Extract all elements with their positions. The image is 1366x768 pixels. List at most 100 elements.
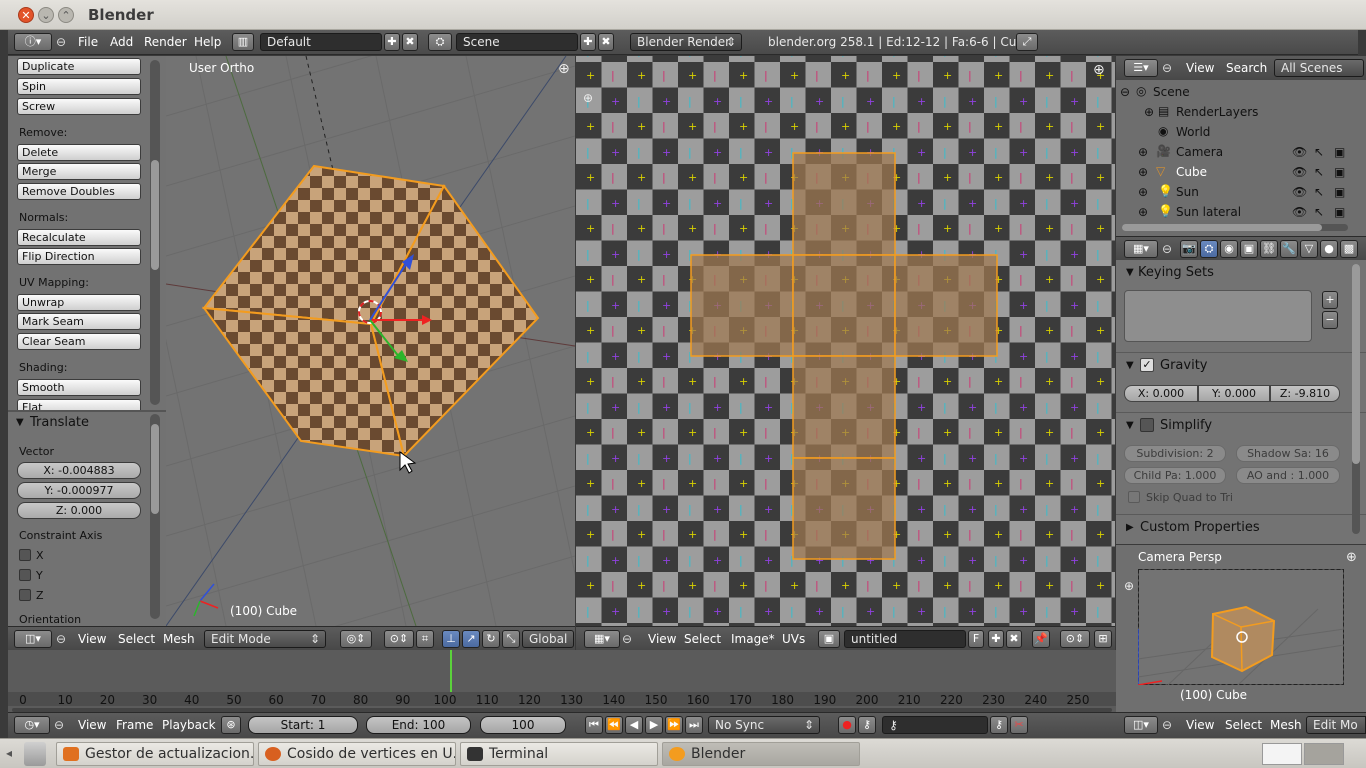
jump-next-keyframe-button[interactable]: ⏩ — [665, 716, 683, 734]
delete-layout-button[interactable]: ✖ — [402, 33, 418, 51]
fullscreen-toggle-icon[interactable]: ⤢ — [1016, 33, 1038, 51]
outliner-item-world[interactable]: World — [1176, 125, 1210, 139]
new-image-button[interactable]: ✚ — [988, 630, 1004, 648]
expand-cube-icon[interactable]: ⊕ — [1138, 165, 1148, 179]
gravity-z-field[interactable]: Z: -9.810 — [1270, 385, 1340, 402]
expand-sun-lateral-icon[interactable]: ⊕ — [1138, 205, 1148, 219]
uv-sync-button[interactable]: ⊞ — [1094, 630, 1112, 648]
scene-icon[interactable]: ⛭ — [428, 33, 452, 51]
trash-icon[interactable] — [24, 742, 46, 766]
select-arrow-icon[interactable]: ↖ — [1314, 205, 1324, 219]
keying-set-icon[interactable]: ⊛ — [221, 716, 241, 734]
gravity-checkbox[interactable]: ✓ — [1140, 358, 1154, 372]
outliner-item-renderlayers[interactable]: RenderLayers — [1176, 105, 1258, 119]
viewport-menu-select[interactable]: Select — [118, 632, 155, 646]
render-camera-icon[interactable]: ▣ — [1334, 145, 1345, 159]
remove-keying-set-button[interactable]: − — [1322, 311, 1338, 329]
select-arrow-icon[interactable]: ↖ — [1314, 185, 1324, 199]
recalculate-button[interactable]: Recalculate — [17, 229, 141, 246]
screen-layout-field[interactable]: Default — [260, 33, 382, 51]
scene-tab-icon[interactable]: ⛭ — [1200, 240, 1218, 258]
uv-corner-plus-icon[interactable]: ⊕ — [1093, 62, 1105, 78]
camera-view-scroll-icon[interactable]: ⊕ — [1124, 579, 1134, 593]
play-button[interactable]: ▶ — [645, 716, 663, 734]
editor-type-uv-button[interactable]: ▦▾ — [584, 630, 620, 648]
workspace-switcher[interactable] — [1262, 743, 1302, 765]
select-arrow-icon[interactable]: ↖ — [1314, 145, 1324, 159]
uv-menu-select[interactable]: Select — [684, 632, 721, 646]
uv-menu-image[interactable]: Image* — [731, 632, 775, 646]
scrollbar-thumb[interactable] — [1122, 224, 1322, 231]
collapse-triangle-icon[interactable]: ▼ — [1126, 360, 1134, 371]
viewport-canvas[interactable]: ⊕ — [166, 56, 575, 626]
uv-face-4[interactable] — [894, 254, 998, 357]
jump-start-button[interactable]: ⏮ — [585, 716, 603, 734]
simplify-checkbox[interactable] — [1140, 418, 1154, 432]
object-tab-icon[interactable]: ▣ — [1240, 240, 1258, 258]
delete-button[interactable]: Delete — [17, 144, 141, 161]
camera-mode-select[interactable]: Edit Mo — [1306, 716, 1366, 734]
expand-camera-icon[interactable]: ⊕ — [1138, 145, 1148, 159]
header-collapse-icon[interactable]: ⊖ — [622, 632, 632, 646]
start-frame-field[interactable]: Start: 1 — [248, 716, 358, 734]
outliner-item-scene[interactable]: Scene — [1153, 85, 1190, 99]
menu-render[interactable]: Render — [144, 35, 187, 49]
properties-scrollbar[interactable] — [1352, 264, 1360, 534]
render-camera-icon[interactable]: ▣ — [1334, 165, 1345, 179]
vector-y-field[interactable]: Y: -0.000977 — [17, 482, 141, 499]
texture-tab-icon[interactable]: ▩ — [1340, 240, 1358, 258]
editor-type-info-button[interactable]: ⓘ▾ — [14, 33, 52, 51]
visibility-eye-icon[interactable]: 👁 — [1292, 145, 1307, 159]
camera-menu-view[interactable]: View — [1186, 718, 1214, 732]
close-window-button[interactable]: ✕ — [18, 7, 34, 23]
header-collapse-icon[interactable]: ⊖ — [54, 718, 64, 732]
header-collapse-icon[interactable]: ⊖ — [1162, 718, 1172, 732]
constraints-tab-icon[interactable]: ⛓ — [1260, 240, 1278, 258]
data-tab-icon[interactable]: ▽ — [1300, 240, 1318, 258]
header-collapse-icon[interactable]: ⊖ — [1162, 242, 1172, 256]
keying-sets-list[interactable] — [1124, 290, 1312, 342]
screw-button[interactable]: Screw — [17, 98, 141, 115]
jump-prev-keyframe-button[interactable]: ⏪ — [605, 716, 623, 734]
maximize-window-button[interactable]: ⌃ — [58, 7, 74, 23]
image-browse-icon[interactable]: ▣ — [818, 630, 840, 648]
minimize-window-button[interactable]: ⌄ — [38, 7, 54, 23]
constraint-z-checkbox[interactable] — [19, 589, 31, 601]
collapse-triangle-icon[interactable]: ▼ — [1126, 420, 1134, 431]
timeline-menu-view[interactable]: View — [78, 718, 106, 732]
unlink-image-button[interactable]: ✖ — [1006, 630, 1022, 648]
uv-face-5[interactable] — [792, 355, 896, 459]
flat-button[interactable]: Flat — [17, 399, 141, 410]
translate-panel-title[interactable]: Translate — [30, 415, 89, 430]
modifiers-tab-icon[interactable]: 🔧 — [1280, 240, 1298, 258]
editor-type-3d-button[interactable]: ◫▾ — [14, 630, 52, 648]
material-tab-icon[interactable]: ● — [1320, 240, 1338, 258]
outliner-item-camera[interactable]: Camera — [1176, 145, 1223, 159]
uv-corner-scroll-icon[interactable]: ⊕ — [583, 91, 593, 105]
outliner-item-cube[interactable]: Cube — [1176, 165, 1207, 179]
skip-quad-checkbox[interactable] — [1128, 491, 1140, 503]
operator-scrollbar[interactable] — [150, 414, 160, 619]
end-frame-field[interactable]: End: 100 — [366, 716, 471, 734]
add-scene-button[interactable]: ✚ — [580, 33, 596, 51]
operator-scrollbar-thumb[interactable] — [151, 424, 159, 514]
fake-user-button[interactable]: F — [968, 630, 984, 648]
render-engine-select[interactable]: Blender Render ⇕ — [630, 33, 742, 51]
constraint-x-checkbox[interactable] — [19, 549, 31, 561]
duplicate-button[interactable]: Duplicate — [17, 58, 141, 75]
editor-type-timeline-button[interactable]: ◷▾ — [14, 716, 50, 734]
translate-manipulator-button[interactable]: ↗ — [462, 630, 480, 648]
snap-element-button[interactable]: ⌗ — [416, 630, 434, 648]
menu-file[interactable]: File — [78, 35, 98, 49]
record-button[interactable]: ● — [838, 716, 856, 734]
uv-face-3[interactable] — [792, 254, 896, 357]
show-desktop-icon[interactable]: ◂ — [6, 746, 20, 762]
constraint-y-checkbox[interactable] — [19, 569, 31, 581]
outliner-hscrollbar[interactable] — [1122, 224, 1348, 231]
insert-keyframe-button[interactable]: ⚷ — [990, 716, 1008, 734]
timeline-menu-frame[interactable]: Frame — [116, 718, 153, 732]
visibility-eye-icon[interactable]: 👁 — [1292, 165, 1307, 179]
expand-sun-icon[interactable]: ⊕ — [1138, 185, 1148, 199]
subdivision-field[interactable]: Subdivision: 2 — [1124, 445, 1226, 462]
shadow-samples-field[interactable]: Shadow Sa: 16 — [1236, 445, 1340, 462]
